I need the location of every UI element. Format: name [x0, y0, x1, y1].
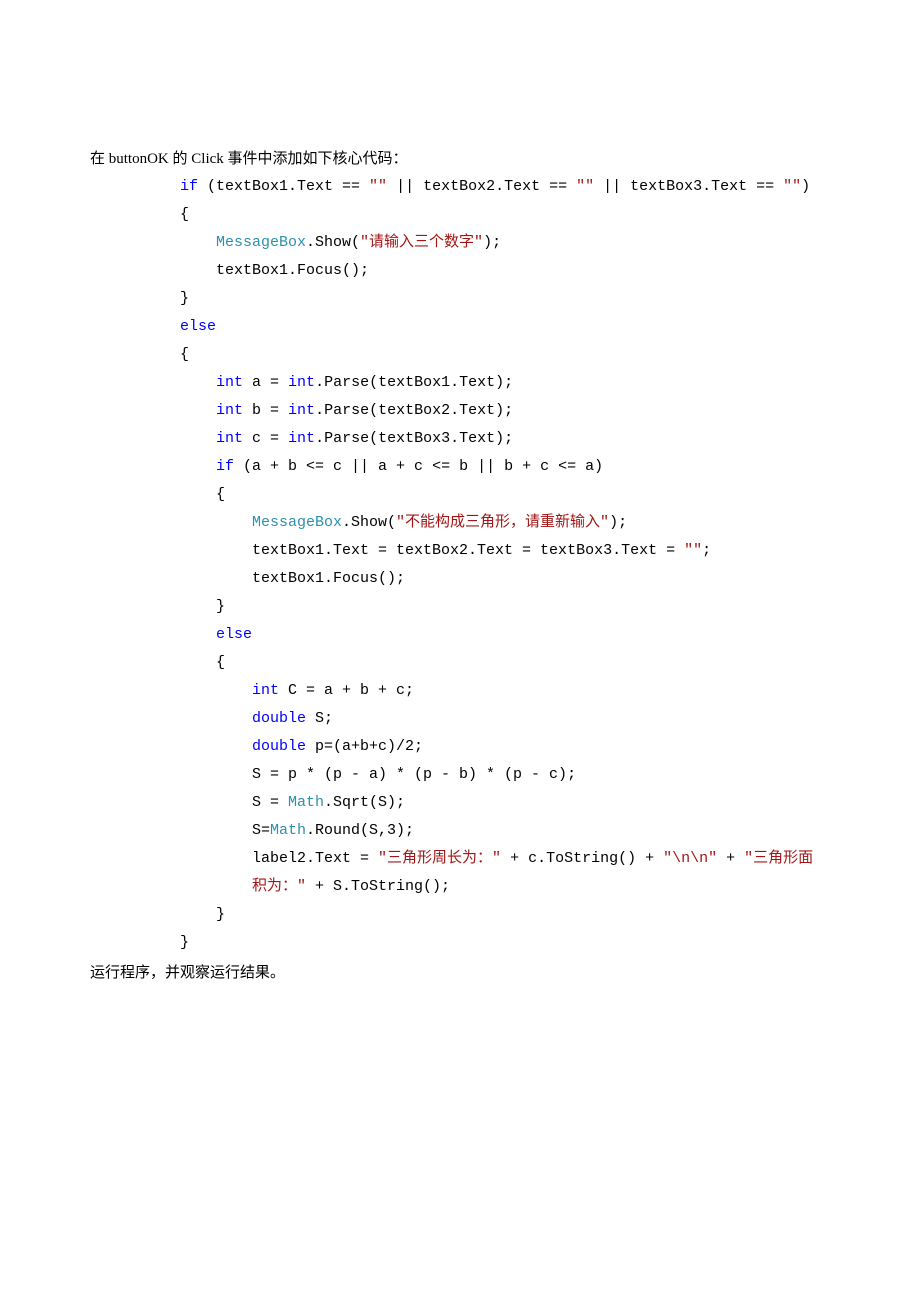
str: "" — [576, 178, 594, 195]
brace: } — [180, 290, 189, 307]
code-text: || textBox2.Text == — [387, 178, 576, 195]
code-text: S = — [180, 794, 288, 811]
footer-line: 运行程序，并观察运行结果。 — [90, 959, 830, 987]
kw-int: int — [216, 374, 243, 391]
kw-if: if — [180, 178, 198, 195]
code-block: if (textBox1.Text == "" || textBox2.Text… — [180, 173, 830, 957]
indent — [180, 626, 216, 643]
kw-else: else — [180, 318, 216, 335]
code-text: a = — [243, 374, 288, 391]
document-page: 在 buttonOK 的 Click 事件中添加如下核心代码： if (text… — [0, 0, 920, 1047]
kw-int: int — [216, 430, 243, 447]
str: "" — [369, 178, 387, 195]
brace: { — [180, 486, 225, 503]
indent — [180, 682, 252, 699]
code-text: label2.Text = — [180, 850, 378, 867]
code-text: || textBox3.Text == — [594, 178, 783, 195]
code-text: S = p * (p - a) * (p - b) * (p - c); — [180, 766, 576, 783]
str: "请输入三个数字" — [360, 234, 483, 251]
code-text: (a + b <= c || a + c <= b || b + c <= a) — [234, 458, 603, 475]
code-text: ); — [483, 234, 501, 251]
code-text: .Parse(textBox2.Text); — [315, 402, 513, 419]
code-text: c = — [243, 430, 288, 447]
intro-prefix: 在 — [90, 151, 109, 167]
code-text: + — [717, 850, 744, 867]
intro-mid1: 的 — [173, 151, 192, 167]
type-messagebox: MessageBox — [252, 514, 342, 531]
str: "三角形面 — [744, 850, 813, 867]
code-text: .Show( — [342, 514, 396, 531]
code-text: textBox1.Focus(); — [180, 570, 405, 587]
kw-else: else — [216, 626, 252, 643]
kw-double: double — [252, 738, 306, 755]
code-text: C = a + b + c; — [279, 682, 414, 699]
indent — [180, 430, 216, 447]
intro-en1: buttonOK — [109, 151, 173, 167]
code-text: b = — [243, 402, 288, 419]
kw-int: int — [288, 430, 315, 447]
code-text: textBox1.Text = textBox2.Text = textBox3… — [180, 542, 684, 559]
kw-int: int — [252, 682, 279, 699]
indent — [180, 878, 252, 895]
code-text: .Parse(textBox3.Text); — [315, 430, 513, 447]
brace: } — [180, 598, 225, 615]
code-text: textBox1.Focus(); — [180, 262, 369, 279]
brace: } — [180, 934, 189, 951]
indent — [180, 710, 252, 727]
type-math: Math — [270, 822, 306, 839]
str: 积为：" — [252, 878, 306, 895]
intro-suffix: 事件中添加如下核心代码： — [228, 151, 408, 167]
kw-int: int — [288, 402, 315, 419]
code-text: S= — [180, 822, 270, 839]
str: "" — [783, 178, 801, 195]
brace: { — [180, 654, 225, 671]
code-text: .Sqrt(S); — [324, 794, 405, 811]
code-text: .Parse(textBox1.Text); — [315, 374, 513, 391]
str: "三角形周长为：" — [378, 850, 501, 867]
kw-int: int — [216, 402, 243, 419]
brace: { — [180, 346, 189, 363]
code-text: ); — [609, 514, 627, 531]
type-math: Math — [288, 794, 324, 811]
code-text: + c.ToString() + — [501, 850, 663, 867]
indent — [180, 738, 252, 755]
str: "不能构成三角形，请重新输入" — [396, 514, 609, 531]
indent — [180, 234, 216, 251]
intro-en2: Click — [191, 151, 227, 167]
brace: { — [180, 206, 189, 223]
code-text: .Round(S,3); — [306, 822, 414, 839]
code-text: + S.ToString(); — [306, 878, 450, 895]
indent — [180, 514, 252, 531]
code-text: (textBox1.Text == — [198, 178, 369, 195]
code-text: p=(a+b+c)/2; — [306, 738, 423, 755]
indent — [180, 402, 216, 419]
indent — [180, 458, 216, 475]
code-text: .Show( — [306, 234, 360, 251]
code-text: ) — [801, 178, 810, 195]
str: "" — [684, 542, 702, 559]
kw-int: int — [288, 374, 315, 391]
str: "\n\n" — [663, 850, 717, 867]
brace: } — [180, 906, 225, 923]
indent — [180, 374, 216, 391]
intro-line: 在 buttonOK 的 Click 事件中添加如下核心代码： — [90, 145, 830, 173]
kw-double: double — [252, 710, 306, 727]
code-text: S; — [306, 710, 333, 727]
code-text: ; — [702, 542, 711, 559]
type-messagebox: MessageBox — [216, 234, 306, 251]
kw-if: if — [216, 458, 234, 475]
